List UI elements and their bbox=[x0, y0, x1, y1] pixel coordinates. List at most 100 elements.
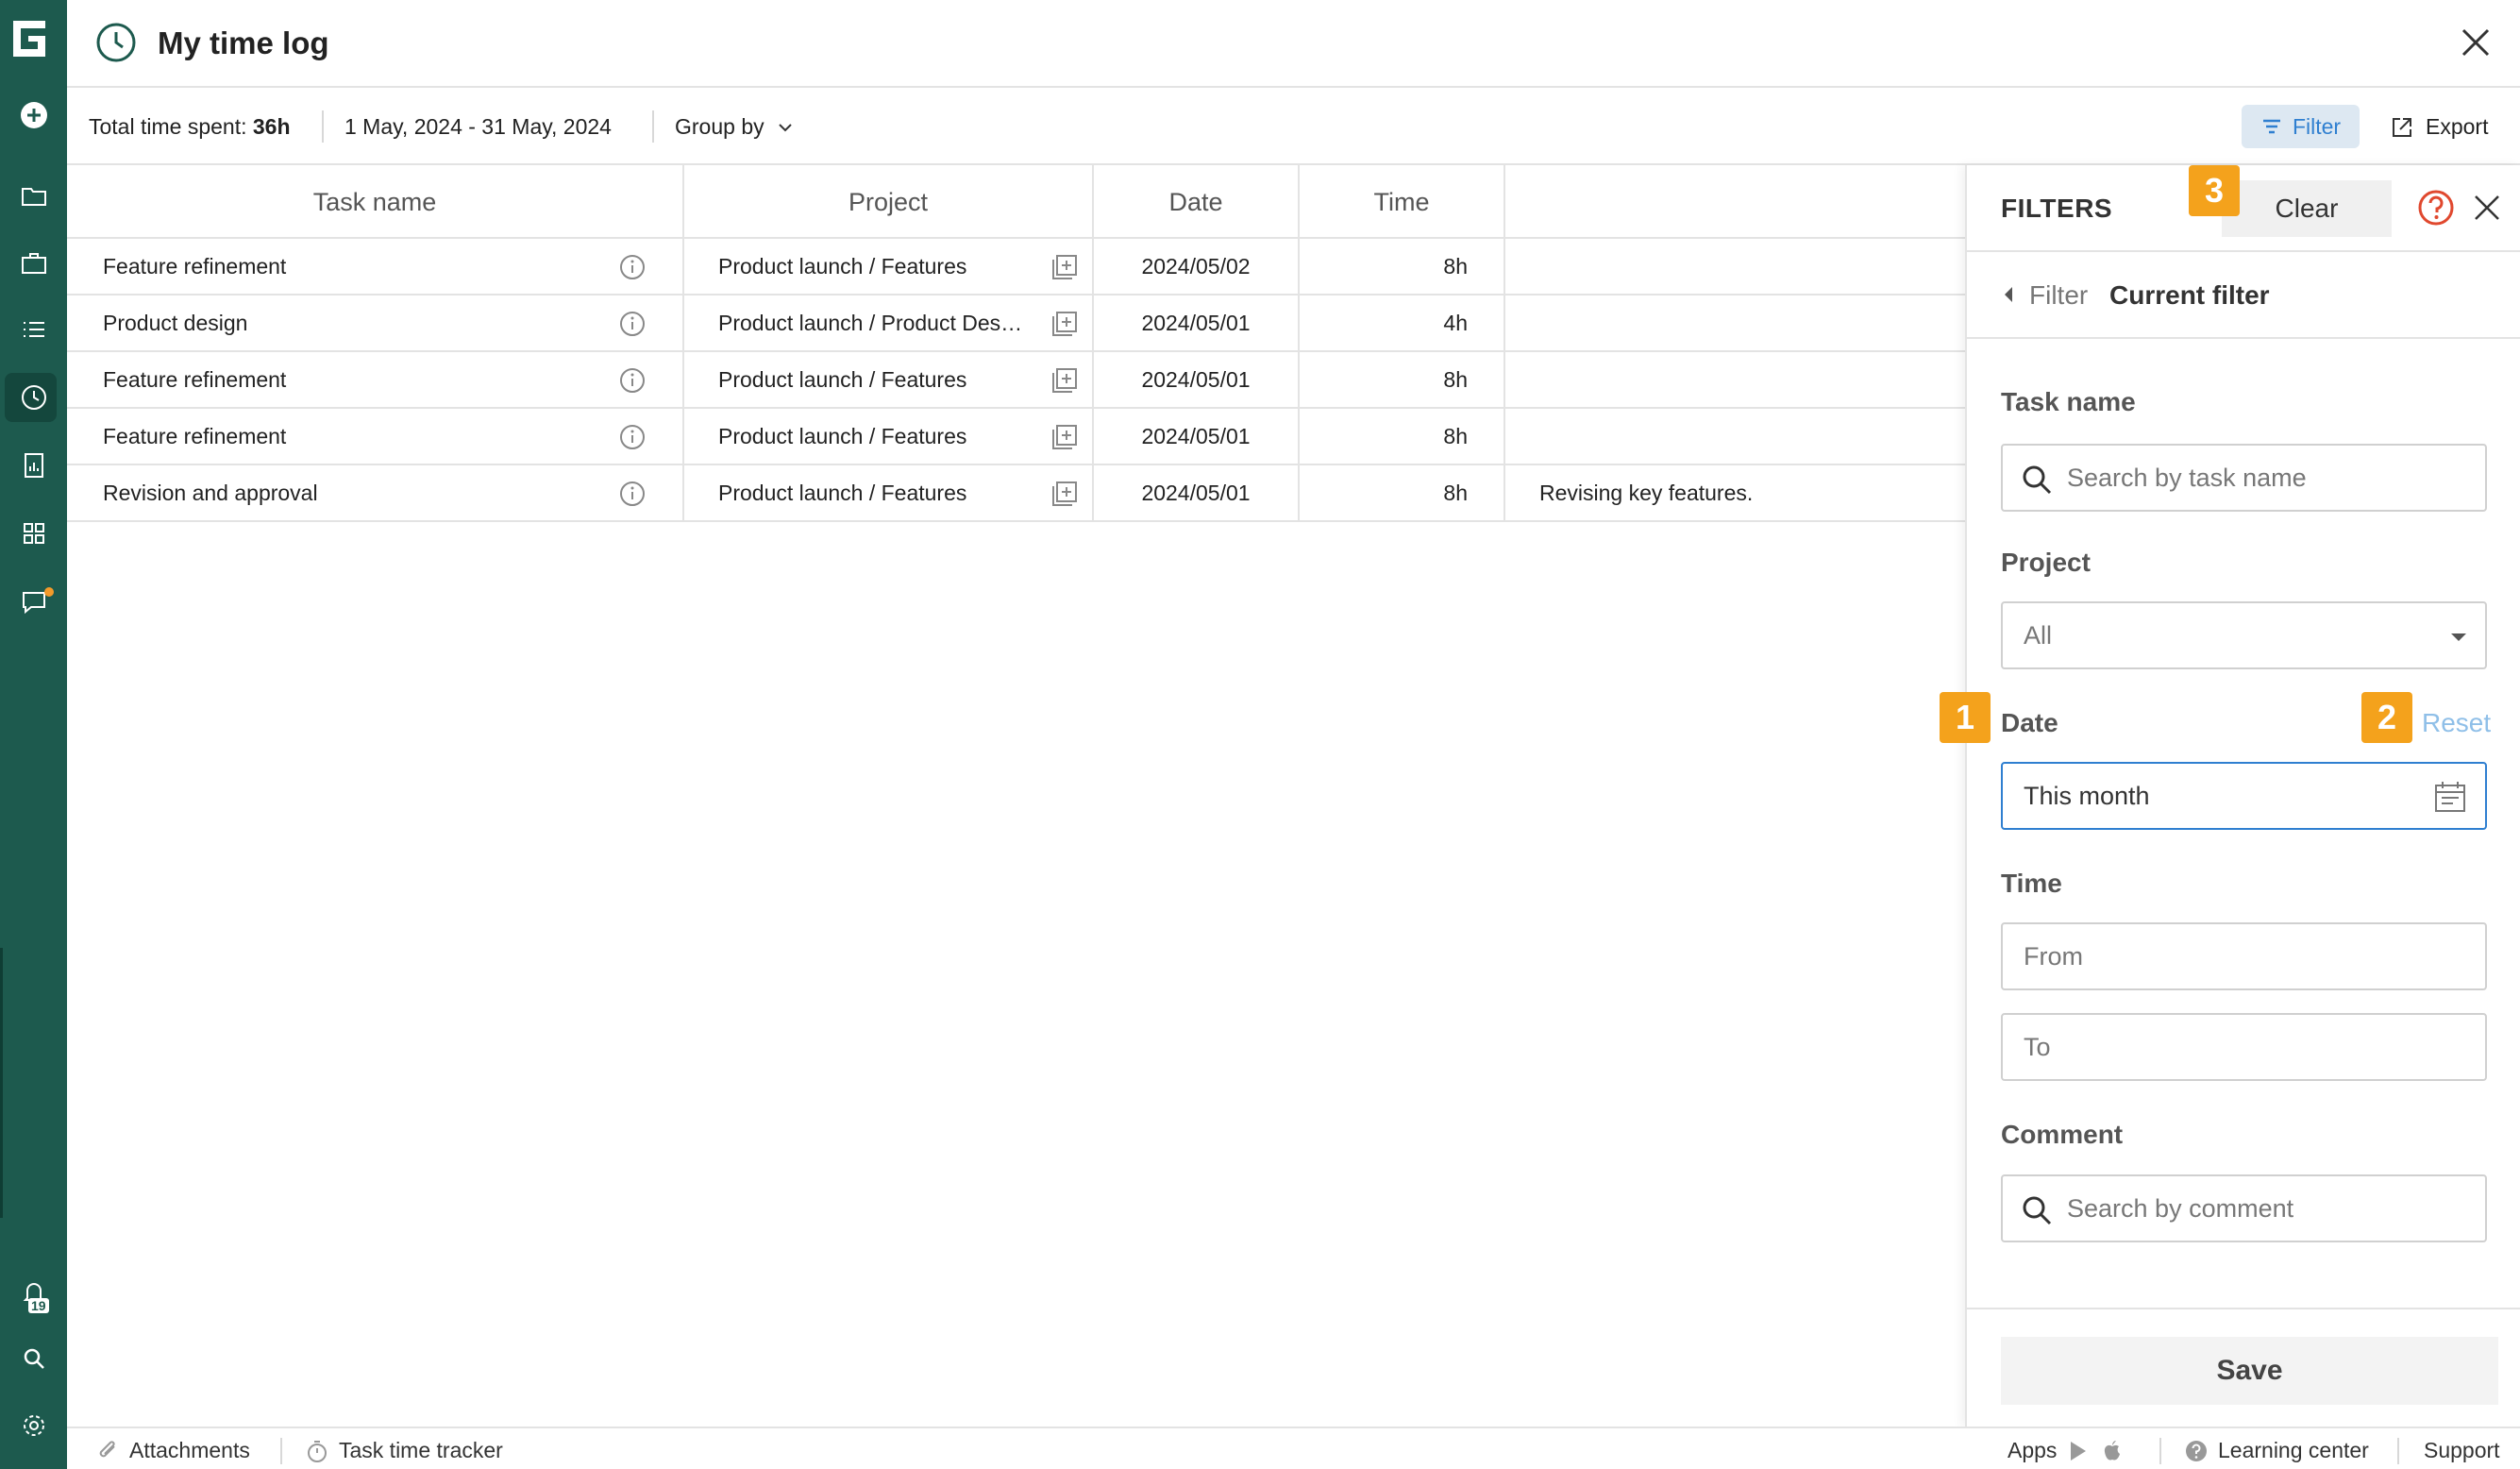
info-icon[interactable] bbox=[618, 423, 647, 451]
sidebar-item-reports[interactable] bbox=[0, 438, 67, 493]
toolbar: Total time spent: 36h 1 May, 2024 - 31 M… bbox=[67, 88, 2520, 165]
comment-label: Comment bbox=[2001, 1120, 2124, 1149]
export-button[interactable]: Export bbox=[2390, 114, 2488, 140]
task-name[interactable]: Feature refinement bbox=[103, 254, 286, 279]
sidebar-item-chat[interactable] bbox=[0, 574, 67, 629]
sidebar-item-notifications[interactable]: 19 bbox=[0, 1265, 67, 1320]
group-by-label: Group by bbox=[675, 114, 764, 139]
project-selected-value: All bbox=[2024, 620, 2053, 650]
column-header-comment bbox=[1505, 165, 1966, 239]
date-reset-link[interactable]: Reset bbox=[2422, 708, 2491, 738]
help-icon[interactable] bbox=[2417, 189, 2455, 227]
info-icon[interactable] bbox=[618, 253, 647, 281]
open-project-icon[interactable] bbox=[1050, 423, 1079, 451]
bottombar-divider bbox=[280, 1438, 282, 1464]
clear-button[interactable]: Clear bbox=[2222, 180, 2392, 237]
support-link[interactable]: Support bbox=[2424, 1438, 2500, 1463]
attachments-link[interactable]: Attachments bbox=[95, 1438, 250, 1463]
search-icon bbox=[2023, 465, 2052, 495]
comment-search-input[interactable]: Search by comment bbox=[2001, 1174, 2487, 1242]
sidebar-item-settings[interactable] bbox=[0, 1398, 67, 1453]
info-icon[interactable] bbox=[618, 366, 647, 395]
google-play-icon[interactable] bbox=[2066, 1439, 2091, 1463]
bottom-bar: Attachments Task time tracker Apps Learn… bbox=[67, 1427, 2520, 1469]
task-name[interactable]: Revision and approval bbox=[103, 481, 318, 506]
task-name[interactable]: Feature refinement bbox=[103, 367, 286, 393]
table-row[interactable]: Feature refinement Product launch / Feat… bbox=[67, 239, 1966, 295]
apps-label: Apps bbox=[2008, 1438, 2058, 1462]
filters-title: FILTERS bbox=[2001, 194, 2113, 223]
question-circle-icon bbox=[2186, 1440, 2207, 1461]
toolbar-divider bbox=[652, 110, 654, 143]
table-row[interactable]: Feature refinement Product launch / Feat… bbox=[67, 352, 1966, 409]
column-header-time[interactable]: Time bbox=[1300, 165, 1505, 239]
toolbar-divider bbox=[322, 110, 324, 143]
apple-icon[interactable] bbox=[2100, 1439, 2125, 1463]
page-title: My time log bbox=[158, 25, 329, 60]
task-name[interactable]: Product design bbox=[103, 311, 247, 336]
filters-header: FILTERS Clear bbox=[1967, 165, 2520, 252]
folder-icon bbox=[21, 188, 46, 206]
close-icon[interactable] bbox=[2471, 192, 2503, 224]
save-button[interactable]: Save bbox=[2001, 1337, 2498, 1405]
date-range[interactable]: 1 May, 2024 - 31 May, 2024 bbox=[344, 114, 612, 140]
project-name: Product launch / Features bbox=[718, 423, 967, 448]
column-header-task-name[interactable]: Task name bbox=[67, 165, 684, 239]
date-cell: 2024/05/01 bbox=[1094, 295, 1300, 350]
time-from-input[interactable]: From bbox=[2001, 922, 2487, 990]
table-row[interactable]: Feature refinement Product launch / Feat… bbox=[67, 409, 1966, 465]
project-select[interactable]: All bbox=[2001, 601, 2487, 669]
app-logo[interactable] bbox=[8, 15, 51, 62]
sidebar-item-portfolio[interactable] bbox=[0, 236, 67, 291]
support-label: Support bbox=[2424, 1438, 2500, 1462]
search-icon bbox=[24, 1348, 44, 1369]
sidebar-item-time-log[interactable] bbox=[0, 370, 67, 425]
time-cell: 4h bbox=[1300, 295, 1505, 350]
time-cell: 8h bbox=[1300, 465, 1505, 520]
time-label: Time bbox=[2001, 869, 2062, 898]
filters-panel: FILTERS Clear Filter Current filter Task… bbox=[1965, 165, 2520, 1427]
stopwatch-icon bbox=[308, 1440, 327, 1462]
open-project-icon[interactable] bbox=[1050, 366, 1079, 395]
time-cell: 8h bbox=[1300, 352, 1505, 407]
learning-center-label: Learning center bbox=[2218, 1438, 2369, 1462]
project-name: Product launch / Features bbox=[718, 480, 967, 505]
task-name-search-input[interactable]: Search by task name bbox=[2001, 444, 2487, 512]
column-header-date[interactable]: Date bbox=[1094, 165, 1300, 239]
calendar-icon[interactable] bbox=[2432, 779, 2468, 815]
time-to-input[interactable]: To bbox=[2001, 1013, 2487, 1081]
create-button[interactable] bbox=[0, 88, 67, 143]
gear-icon bbox=[23, 1415, 44, 1436]
window-header: My time log bbox=[67, 0, 2520, 88]
learning-center-link[interactable]: Learning center bbox=[2184, 1438, 2369, 1463]
report-icon bbox=[24, 453, 43, 478]
column-header-project[interactable]: Project bbox=[684, 165, 1094, 239]
back-arrow-icon[interactable] bbox=[2001, 285, 2016, 304]
filters-footer: Save bbox=[1967, 1308, 2520, 1427]
annotation-badge-1: 1 bbox=[1940, 692, 1991, 743]
open-project-icon[interactable] bbox=[1050, 310, 1079, 338]
table-row[interactable]: Revision and approval Product launch / F… bbox=[67, 465, 1966, 522]
time-log-table: Task name Project Date Time Feature refi… bbox=[67, 165, 1966, 522]
sidebar-divider bbox=[0, 948, 3, 1218]
close-icon[interactable] bbox=[2458, 25, 2494, 60]
sidebar-item-search[interactable] bbox=[0, 1331, 67, 1386]
task-time-tracker-link[interactable]: Task time tracker bbox=[305, 1438, 503, 1463]
info-icon[interactable] bbox=[618, 310, 647, 338]
filter-button[interactable]: Filter bbox=[2242, 105, 2360, 148]
breadcrumb-filter[interactable]: Filter bbox=[2029, 280, 2088, 311]
group-by-dropdown[interactable]: Group by bbox=[675, 114, 795, 140]
info-icon[interactable] bbox=[618, 480, 647, 508]
date-field[interactable]: This month bbox=[2001, 762, 2487, 830]
sidebar-item-projects[interactable] bbox=[0, 168, 67, 223]
open-project-icon[interactable] bbox=[1050, 253, 1079, 281]
task-time-tracker-label: Task time tracker bbox=[339, 1438, 503, 1462]
briefcase-icon bbox=[21, 253, 46, 274]
sidebar-item-tasks[interactable] bbox=[0, 302, 67, 357]
table-row[interactable]: Product design Product launch / Product … bbox=[67, 295, 1966, 352]
open-project-icon[interactable] bbox=[1050, 480, 1079, 508]
task-name[interactable]: Feature refinement bbox=[103, 424, 286, 449]
date-label: Date bbox=[2001, 708, 2058, 737]
paperclip-icon bbox=[99, 1440, 115, 1457]
sidebar-item-apps[interactable] bbox=[0, 506, 67, 561]
